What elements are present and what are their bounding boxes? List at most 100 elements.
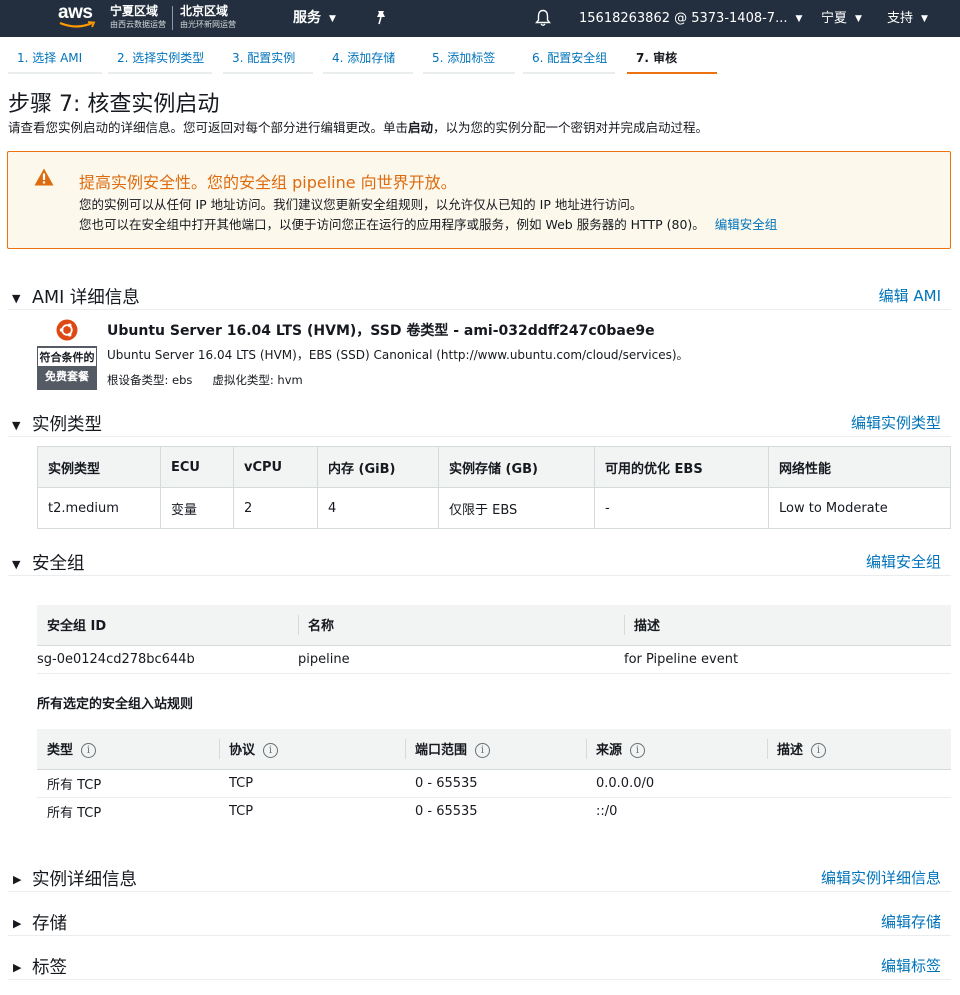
info-icon[interactable]: i bbox=[811, 743, 827, 759]
page-description: 请查看您实例启动的详细信息。您可返回对每个部分进行编辑更改。单击启动，以为您的实… bbox=[8, 117, 708, 136]
warning-title: 提高实例安全性。您的安全组 pipeline 向世界开放。 bbox=[79, 173, 457, 192]
desc-bold-text: 启动 bbox=[408, 120, 434, 135]
edit-tags-link[interactable]: 编辑标签 bbox=[881, 955, 941, 976]
table-cell: 0 - 65535 bbox=[405, 769, 586, 798]
expand-triangle-icon: ▶ bbox=[13, 917, 22, 930]
aws-logo[interactable]: aws bbox=[58, 2, 100, 32]
step-review[interactable]: 7. 审核 bbox=[627, 50, 717, 74]
free-tier-badge: 符合条件的 免费套餐 bbox=[37, 346, 97, 390]
table-header-row: 类型 i 协议 i 端口范围 i 来源 i 描述 i bbox=[37, 729, 951, 770]
region-select-menu[interactable]: 宁夏 ▼ bbox=[821, 0, 862, 37]
region-name: 宁夏区域 bbox=[110, 4, 159, 18]
expand-triangle-icon: ▶ bbox=[13, 873, 22, 886]
caret-down-icon: ▼ bbox=[921, 14, 928, 24]
section-title: 安全组 bbox=[32, 554, 85, 574]
column-header-label: 描述 bbox=[777, 743, 804, 759]
edit-storage-link[interactable]: 编辑存储 bbox=[881, 911, 941, 932]
ami-meta: 根设备类型: ebs 虚拟化类型: hvm bbox=[107, 372, 303, 388]
table-header-row: 安全组 ID 名称 描述 bbox=[37, 605, 951, 646]
root-device-type: 根设备类型: ebs bbox=[107, 373, 193, 387]
table-row: sg-0e0124cd278bc644b pipeline for Pipeli… bbox=[37, 645, 951, 674]
table-cell: TCP bbox=[219, 769, 405, 798]
step-add-tags[interactable]: 5. 添加标签 bbox=[423, 50, 515, 74]
table-cell: pipeline bbox=[298, 645, 624, 674]
column-header: 协议 i bbox=[219, 729, 405, 770]
info-icon[interactable]: i bbox=[475, 743, 491, 759]
table-row: t2.medium 变量 2 4 仅限于 EBS - Low to Modera… bbox=[37, 487, 951, 529]
edit-security-group-link[interactable]: 编辑安全组 bbox=[866, 551, 941, 572]
desc-text: ，以为您的实例分配一个密钥对并完成启动过程。 bbox=[433, 120, 709, 135]
step-add-storage[interactable]: 4. 添加存储 bbox=[323, 50, 413, 74]
ami-description: Ubuntu Server 16.04 LTS (HVM)，EBS (SSD) … bbox=[107, 348, 689, 362]
step-choose-ami[interactable]: 1. 选择 AMI bbox=[8, 50, 102, 74]
column-header: ECU bbox=[160, 446, 234, 488]
security-group-section-header[interactable]: ▼ 安全组 编辑安全组 bbox=[8, 550, 951, 576]
region-operator: 由光环新网运营 bbox=[180, 20, 236, 29]
inbound-rules-title: 所有选定的安全组入站规则 bbox=[37, 697, 194, 712]
edit-instance-details-link[interactable]: 编辑实例详细信息 bbox=[821, 867, 941, 888]
table-cell: for Pipeline event bbox=[624, 645, 951, 674]
top-navigation-bar: aws 宁夏区域 由西云数据运营 北京区域 由光环新网运营 服务 ▼ 156182… bbox=[0, 0, 960, 37]
table-cell bbox=[767, 769, 951, 798]
page-title: 步骤 7: 核查实例启动 bbox=[8, 92, 220, 117]
table-cell: 所有 TCP bbox=[37, 769, 219, 798]
tags-section-header[interactable]: ▶ 标签 编辑标签 bbox=[8, 954, 951, 980]
instance-type-table: 实例类型 ECU vCPU 内存 (GiB) 实例存储 (GB) 可用的优化 E… bbox=[37, 446, 951, 529]
column-header: 实例存储 (GB) bbox=[438, 446, 595, 488]
table-cell bbox=[767, 797, 951, 825]
table-cell: t2.medium bbox=[37, 487, 161, 529]
info-icon[interactable]: i bbox=[630, 743, 646, 759]
column-header: 内存 (GiB) bbox=[317, 446, 439, 488]
table-header-row: 实例类型 ECU vCPU 内存 (GiB) 实例存储 (GB) 可用的优化 E… bbox=[37, 446, 951, 488]
region-beijing-label[interactable]: 北京区域 由光环新网运营 bbox=[180, 4, 236, 30]
column-header: 可用的优化 EBS bbox=[594, 446, 769, 488]
services-menu[interactable]: 服务 ▼ bbox=[293, 0, 336, 37]
step-configure-security-group[interactable]: 6. 配置安全组 bbox=[523, 50, 615, 74]
pin-button[interactable] bbox=[374, 0, 388, 37]
free-tier-line-2: 免费套餐 bbox=[45, 370, 89, 383]
aws-logo-text: aws bbox=[58, 2, 93, 23]
support-menu[interactable]: 支持 ▼ bbox=[887, 0, 928, 37]
table-cell: 4 bbox=[317, 487, 439, 529]
services-label: 服务 bbox=[293, 10, 321, 26]
desc-text: 请查看您实例启动的详细信息。您可返回对每个部分进行编辑更改。单击 bbox=[8, 120, 409, 135]
table-cell: 仅限于 EBS bbox=[438, 487, 595, 529]
table-cell: - bbox=[594, 487, 769, 529]
section-title: 标签 bbox=[32, 958, 67, 978]
collapse-triangle-icon: ▼ bbox=[12, 292, 21, 305]
column-header: 端口范围 i bbox=[405, 729, 586, 770]
step-choose-instance-type[interactable]: 2. 选择实例类型 bbox=[108, 50, 212, 74]
inbound-rules-table: 类型 i 协议 i 端口范围 i 来源 i 描述 i 所有 TCP TCP 0 - 655… bbox=[37, 729, 951, 825]
column-header-label: 端口范围 bbox=[415, 743, 468, 759]
region-ningxia-label[interactable]: 宁夏区域 由西云数据运营 bbox=[110, 4, 166, 30]
support-label: 支持 bbox=[887, 11, 914, 26]
aws-smile-icon bbox=[59, 21, 96, 28]
region-name: 北京区域 bbox=[180, 4, 229, 18]
table-cell: ::/0 bbox=[596, 803, 618, 819]
column-header-label: 协议 bbox=[229, 743, 256, 759]
info-icon[interactable]: i bbox=[81, 743, 97, 759]
column-header-label: 类型 bbox=[47, 743, 74, 759]
ami-details-section-header[interactable]: ▼ AMI 详细信息 编辑 AMI bbox=[8, 284, 951, 310]
warning-line-2-text: 您也可以在安全组中打开其他端口，以便于访问您正在运行的应用程序或服务，例如 We… bbox=[79, 217, 705, 232]
pin-icon bbox=[377, 11, 385, 25]
region-divider bbox=[172, 6, 173, 30]
section-title: 实例类型 bbox=[32, 415, 102, 435]
column-header: 实例类型 bbox=[37, 446, 161, 488]
edit-security-group-link[interactable]: 编辑安全组 bbox=[715, 217, 778, 232]
edit-instance-type-link[interactable]: 编辑实例类型 bbox=[851, 412, 941, 433]
column-header: 来源 i bbox=[586, 729, 767, 770]
caret-down-icon: ▼ bbox=[795, 14, 803, 24]
warning-line-2: 您也可以在安全组中打开其他端口，以便于访问您正在运行的应用程序或服务，例如 We… bbox=[79, 214, 777, 233]
security-group-table: 安全组 ID 名称 描述 sg-0e0124cd278bc644b pipeli… bbox=[37, 605, 951, 674]
table-cell: 所有 TCP bbox=[47, 805, 102, 821]
edit-ami-link[interactable]: 编辑 AMI bbox=[879, 285, 941, 306]
step-configure-instance[interactable]: 3. 配置实例 bbox=[223, 50, 313, 74]
instance-type-section-header[interactable]: ▼ 实例类型 编辑实例类型 bbox=[8, 411, 951, 437]
account-menu[interactable]: 15618263862 @ 5373-1408-7... ▼ bbox=[579, 0, 802, 37]
instance-details-section-header[interactable]: ▶ 实例详细信息 编辑实例详细信息 bbox=[8, 866, 951, 892]
notifications-button[interactable] bbox=[535, 0, 551, 37]
ubuntu-logo-icon bbox=[56, 319, 78, 341]
info-icon[interactable]: i bbox=[263, 743, 279, 759]
storage-section-header[interactable]: ▶ 存储 编辑存储 bbox=[8, 910, 951, 936]
